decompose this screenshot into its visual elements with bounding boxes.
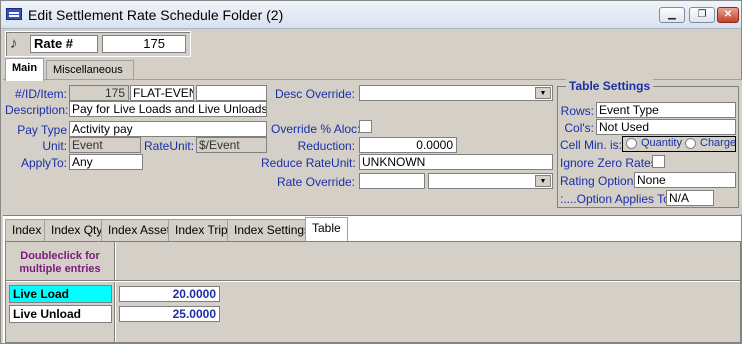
unit-label: Unit: [42,139,67,153]
tab-main[interactable]: Main [5,58,45,81]
table-row-value[interactable]: 20.0000 [119,286,220,302]
tab-miscellaneous[interactable]: Miscellaneous [46,60,134,81]
unit-field: Event [69,137,141,153]
window-title: Edit Settlement Rate Schedule Folder (2) [28,7,284,23]
settlement-rate-window: Edit Settlement Rate Schedule Folder (2)… [0,0,742,344]
grid-header-line-2: multiple entries [19,263,101,275]
table-row-label[interactable]: Live Unload [9,305,112,323]
desc-override-select[interactable]: ▼ [359,85,553,101]
id-item-field[interactable] [196,85,267,101]
id-code-field[interactable]: FLAT-EVEN` [130,85,194,101]
pay-type-field[interactable]: Activity pay [69,121,267,137]
close-button[interactable]: ✕ [717,7,739,23]
tab-index-asset[interactable]: Index Asset [101,219,178,241]
rate-override-label: Rate Override: [276,175,355,189]
option-applies-label: :....Option Applies To: [560,192,674,206]
desc-override-label: Desc Override: [274,87,355,101]
reduction-label: Reduction: [297,139,355,153]
rows-field[interactable]: Event Type [596,102,736,118]
tab-index-trip[interactable]: Index Trip [168,219,235,241]
rate-number-bar: ♪ Rate # 175 [5,31,191,57]
grid-column-divider [114,242,116,342]
grid-row-divider [6,280,740,282]
table-settings-legend: Table Settings [566,79,654,93]
cols-field[interactable]: Not Used [596,119,736,135]
rate-table-grid: Doubleclick for multiple entries Live Lo… [5,241,741,343]
charge-radio[interactable] [685,138,696,149]
table-row-label[interactable]: Live Load [9,285,112,303]
rate-override-unit-select[interactable]: ▼ [428,173,553,189]
rating-option-label: Rating Option: [560,174,637,188]
title-bar[interactable]: Edit Settlement Rate Schedule Folder (2)… [1,1,741,29]
pay-type-label: Pay Type [17,123,67,137]
description-label: Description: [5,103,69,117]
reduce-rate-unit-label: Reduce RateUnit: [261,156,356,170]
option-applies-field[interactable]: N/A [666,190,714,206]
rate-override-field[interactable] [359,173,425,189]
rate-number-label: Rate # [30,35,98,53]
app-icon [6,8,22,20]
table-settings-group: Table Settings Rows: Event Type Col's: N… [557,79,739,208]
override-aloc-label: Override % Aloc: [271,122,361,136]
chevron-down-icon[interactable]: ▼ [535,87,551,99]
reduction-field[interactable]: 0.0000 [359,137,457,153]
grid-header-hint: Doubleclick for multiple entries [8,244,112,284]
music-note-icon: ♪ [10,35,18,52]
apply-to-field[interactable]: Any [69,154,143,170]
cell-min-label: Cell Min. is: [560,138,623,152]
cols-label: Col's: [564,121,594,135]
id-number-field: 175 [69,85,129,101]
table-row-value[interactable]: 25.0000 [119,306,220,322]
reduce-rate-unit-field[interactable]: UNKNOWN [359,154,553,170]
cell-min-radio-group: Quantity Charge [622,136,736,152]
chevron-down-icon[interactable]: ▼ [535,175,551,187]
rows-label: Rows: [560,104,594,118]
ignore-zero-checkbox[interactable] [652,155,665,168]
override-aloc-checkbox[interactable] [359,120,372,133]
tab-index-settings[interactable]: Index Settings [227,219,318,241]
description-field[interactable]: Pay for Live Loads and Live Unloads [69,101,267,117]
ignore-zero-label: Ignore Zero Rates [560,156,657,170]
quantity-radio[interactable] [626,138,637,149]
id-item-label: #/ID/Item: [14,87,67,101]
restore-button[interactable]: ❐ [689,7,715,23]
grid-header-line-1: Doubleclick for [20,250,100,262]
charge-radio-label: Charge [700,137,737,149]
tab-index-qty[interactable]: Index Qty [44,219,110,241]
quantity-radio-label: Quantity [641,137,682,149]
minimize-button[interactable]: ▁ [659,7,685,23]
rate-unit-label: RateUnit: [144,139,195,153]
apply-to-label: ApplyTo: [20,156,67,170]
tab-table[interactable]: Table [305,217,348,241]
rating-option-field[interactable]: None [634,172,736,188]
tab-index[interactable]: Index [5,219,49,241]
rate-number-field[interactable]: 175 [102,35,186,53]
rate-unit-field: $/Event [196,137,267,153]
